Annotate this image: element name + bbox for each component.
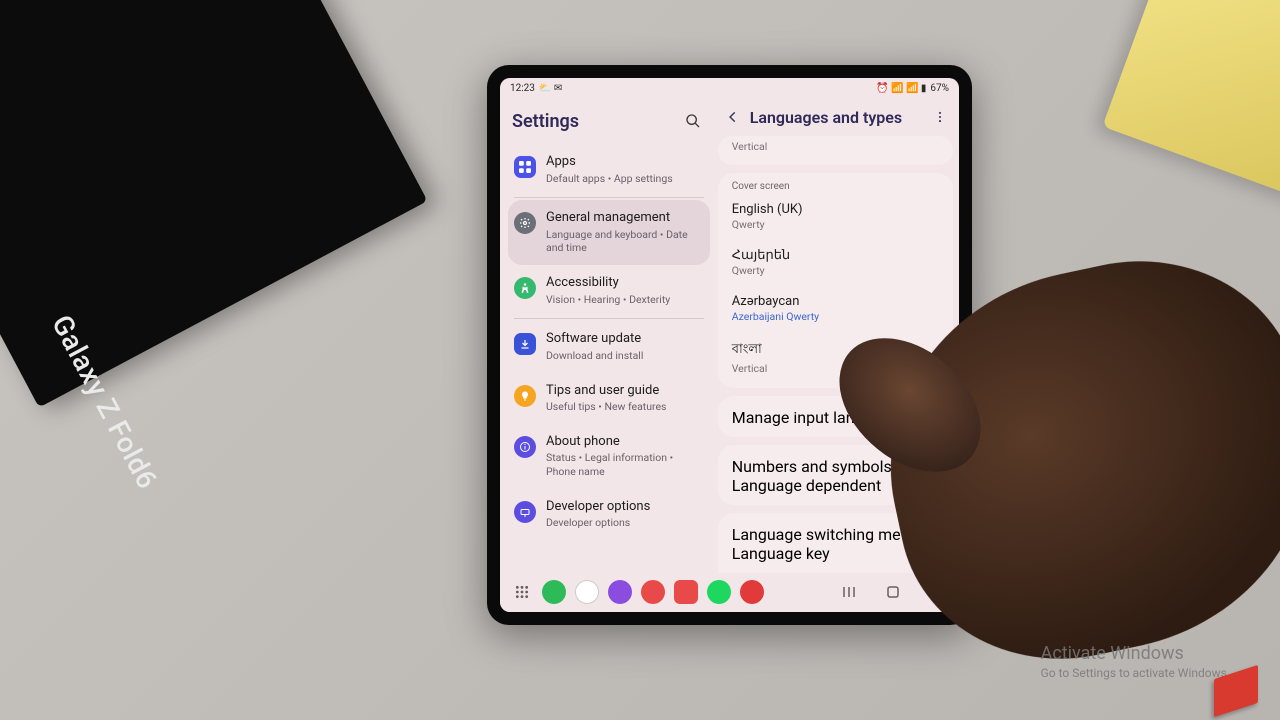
about-phone-icon [514, 436, 536, 458]
settings-left-pane: Settings Apps Default apps • App setting… [500, 98, 716, 612]
search-button[interactable] [680, 108, 706, 134]
item-sub: Developer options [546, 516, 704, 530]
search-icon [685, 113, 701, 129]
language-item-azerbaijani[interactable]: Azərbaycan Azerbaijani Qwerty [718, 286, 953, 332]
item-sub: Download and install [546, 349, 704, 363]
settings-item-accessibility[interactable]: Accessibility Vision • Hearing • Dexteri… [508, 265, 710, 316]
nav-home[interactable] [885, 584, 901, 600]
item-title: বাংলা [732, 340, 939, 361]
language-item-english-uk[interactable]: English (UK) Qwerty [718, 194, 953, 240]
more-options-button[interactable] [929, 106, 951, 128]
settings-item-apps[interactable]: Apps Default apps • App settings [508, 144, 710, 195]
dock-app-messages[interactable] [575, 580, 599, 604]
software-update-icon [514, 333, 536, 355]
dock-app-7[interactable] [740, 580, 764, 604]
tips-icon [514, 385, 536, 407]
dock [542, 580, 764, 604]
item-title: Developer options [546, 499, 704, 515]
apps-icon [514, 156, 536, 178]
accessibility-icon [514, 277, 536, 299]
item-sub: Default apps • App settings [546, 172, 704, 186]
general-management-icon [514, 212, 536, 234]
settings-right-pane: Languages and types Vertical Cover scree… [716, 98, 959, 612]
bottom-bar [500, 572, 959, 612]
item-title: Language switching method [732, 525, 939, 544]
nav-recents[interactable] [841, 584, 857, 600]
item-sub: Vertical [732, 362, 939, 375]
device-screen: 12:23 ⛅ ✉ ⏰ 📶 📶 ▮ 67% Settings [500, 78, 959, 612]
item-title: General management [546, 210, 704, 226]
more-vertical-icon [933, 110, 947, 124]
status-left-icons: ⛅ ✉ [539, 83, 562, 94]
item-title: Numbers and symbols [732, 457, 939, 476]
cover-screen-card: Cover screen English (UK) Qwerty Հայերեն… [718, 173, 953, 388]
right-pane-title: Languages and types [750, 108, 923, 127]
manage-input-languages-item[interactable]: Manage input languages [718, 396, 953, 437]
box-label: Galaxy Z Fold6 [45, 310, 164, 495]
dock-app-3[interactable] [608, 580, 632, 604]
status-battery: 67% [930, 83, 949, 94]
settings-item-developer-options[interactable]: Developer options Developer options [508, 489, 710, 540]
item-sub: Qwerty [732, 264, 939, 277]
item-sub: Language dependent [732, 476, 939, 495]
activate-line2: Go to Settings to activate Windows. [1041, 666, 1230, 680]
dock-app-4[interactable] [641, 580, 665, 604]
item-title: English (UK) [732, 202, 939, 217]
settings-title: Settings [512, 111, 579, 132]
dock-app-5[interactable] [674, 580, 698, 604]
item-sub: Language and keyboard • Date and time [546, 228, 704, 255]
dock-app-phone[interactable] [542, 580, 566, 604]
settings-item-about-phone[interactable]: About phone Status • Legal information •… [508, 424, 710, 489]
item-title: Հայերեն [732, 248, 939, 263]
activate-line1: Activate Windows [1041, 643, 1230, 664]
developer-options-icon [514, 501, 536, 523]
item-sub: Status • Legal information • Phone name [546, 451, 704, 478]
chevron-left-icon [726, 110, 740, 124]
nav-back[interactable] [929, 584, 945, 600]
item-title: Azərbaycan [732, 294, 939, 309]
numbers-and-symbols-item[interactable]: Numbers and symbols Language dependent [718, 445, 953, 505]
status-time: 12:23 [510, 83, 535, 94]
language-item-bengali[interactable]: বাংলা Vertical [718, 332, 953, 384]
settings-item-software-update[interactable]: Software update Download and install [508, 321, 710, 372]
language-switching-method-item[interactable]: Language switching method Language key [718, 513, 953, 573]
truncated-top-card: Vertical [718, 136, 953, 165]
item-title: Apps [546, 154, 704, 170]
divider [514, 318, 704, 319]
item-sub: Qwerty [732, 218, 939, 231]
item-title: Tips and user guide [546, 383, 704, 399]
galaxy-fold-box-prop: Galaxy Z Fold6 [0, 0, 428, 408]
app-drawer-button[interactable] [514, 584, 530, 600]
dock-app-spotify[interactable] [707, 580, 731, 604]
item-sub: Vertical [732, 140, 939, 153]
back-button[interactable] [722, 106, 744, 128]
device-frame: 12:23 ⛅ ✉ ⏰ 📶 📶 ▮ 67% Settings [487, 65, 972, 625]
item-title: About phone [546, 434, 704, 450]
status-bar: 12:23 ⛅ ✉ ⏰ 📶 📶 ▮ 67% [500, 78, 959, 98]
status-right-icons: ⏰ 📶 📶 ▮ [876, 83, 926, 94]
cover-screen-caption: Cover screen [718, 177, 953, 194]
settings-item-general-management[interactable]: General management Language and keyboard… [508, 200, 710, 265]
item-sub: Azerbaijani Qwerty [732, 310, 939, 323]
yellow-object-prop [1102, 0, 1280, 202]
divider [514, 197, 704, 198]
settings-item-tips[interactable]: Tips and user guide Useful tips • New fe… [508, 373, 710, 424]
item-sub: Useful tips • New features [546, 400, 704, 414]
language-item-armenian[interactable]: Հայերեն Qwerty [718, 240, 953, 286]
item-title: Accessibility [546, 275, 704, 291]
item-title: Software update [546, 331, 704, 347]
item-sub: Language key [732, 544, 939, 563]
item-title: Manage input languages [732, 408, 939, 427]
truncated-item[interactable]: Vertical [718, 140, 953, 161]
activate-windows-watermark: Activate Windows Go to Settings to activ… [1041, 643, 1230, 680]
item-sub: Vision • Hearing • Dexterity [546, 293, 704, 307]
